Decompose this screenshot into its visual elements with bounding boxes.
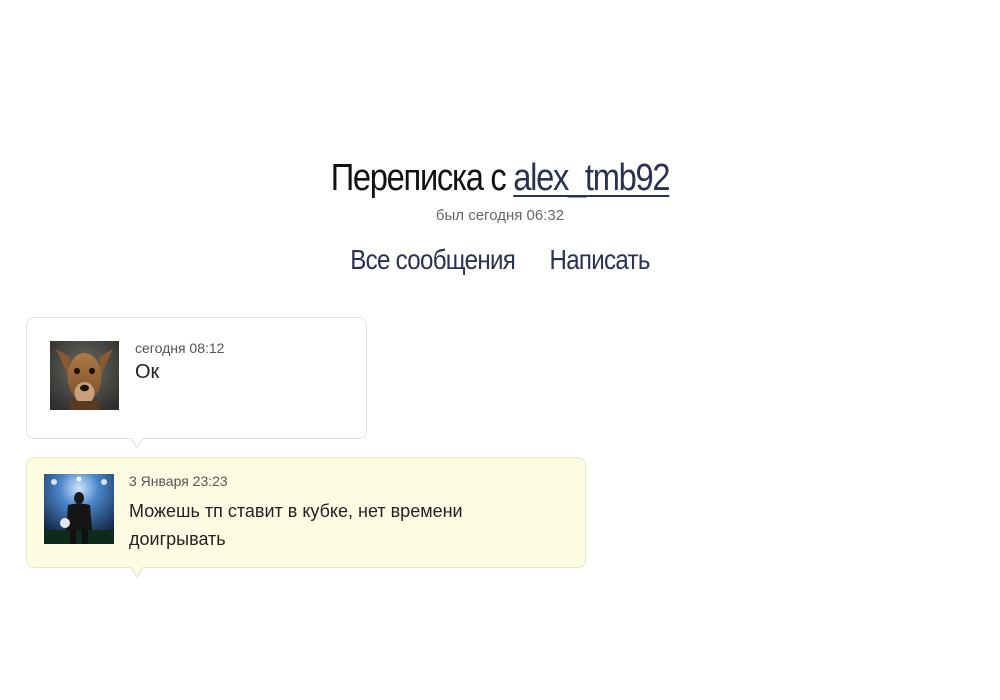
message-item: сегодня 08:12 Ок xyxy=(26,317,367,449)
conversation-nav: Все сообщения Написать xyxy=(70,242,930,278)
message-timestamp: 3 Января 23:23 xyxy=(129,473,228,489)
write-message-link[interactable]: Написать xyxy=(549,242,650,278)
message-timestamp: сегодня 08:12 xyxy=(135,340,225,356)
page-title: Переписка с alex_tmb92 xyxy=(70,152,930,204)
dog-avatar[interactable] xyxy=(50,341,119,410)
message-item: 3 Января 23:23 Можешь тп ставит в кубке,… xyxy=(26,457,586,578)
football-player-photo-icon xyxy=(44,474,114,544)
last-seen-status: был сегодня 06:32 xyxy=(435,207,565,224)
conversation-header: Переписка с alex_tmb92 был сегодня 06:32… xyxy=(0,152,1000,278)
player-avatar[interactable] xyxy=(44,474,114,544)
title-prefix: Переписка с xyxy=(330,157,507,199)
username-link[interactable]: alex_tmb92 xyxy=(513,157,670,199)
conversation-page: Переписка с alex_tmb92 был сегодня 06:32… xyxy=(0,0,1000,700)
dog-photo-icon xyxy=(50,341,119,410)
all-messages-link[interactable]: Все сообщения xyxy=(350,242,516,278)
message-text: Можешь тп ставит в кубке, нет времени до… xyxy=(129,501,463,549)
bubble-tail-inner xyxy=(131,437,143,447)
bubble-tail-inner xyxy=(131,566,143,576)
message-text: Ок xyxy=(135,361,160,383)
